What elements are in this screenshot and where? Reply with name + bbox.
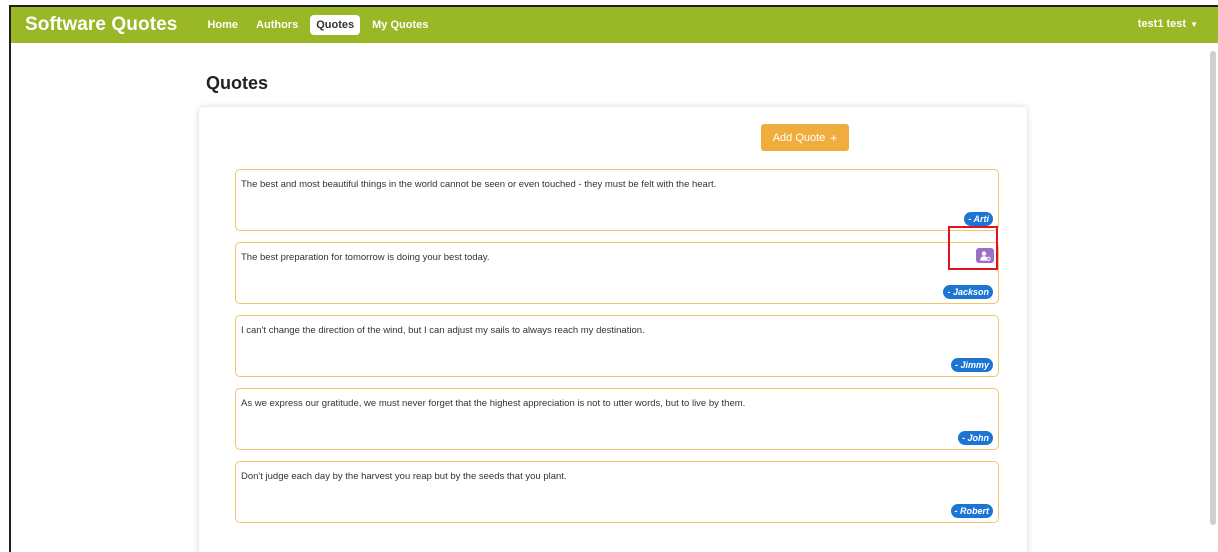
nav-quotes[interactable]: Quotes (310, 15, 361, 35)
brand-logo[interactable]: Software Quotes (25, 14, 177, 36)
navbar: Software Quotes Home Authors Quotes My Q… (11, 7, 1218, 43)
author-badge[interactable]: - Arti (964, 212, 993, 226)
scrollbar[interactable] (1210, 51, 1216, 525)
plus-icon: + (830, 130, 838, 145)
author-badge[interactable]: - Robert (950, 504, 993, 518)
quote-text: Don't judge each day by the harvest you … (241, 471, 567, 482)
nav-my-quotes[interactable]: My Quotes (366, 15, 434, 35)
user-menu[interactable]: test1 test ▼ (1138, 18, 1198, 30)
user-name: test1 test (1137, 18, 1187, 30)
add-quote-button[interactable]: Add Quote + (761, 124, 849, 151)
quote-text: As we express our gratitude, we must nev… (241, 398, 746, 409)
quote-item: I can't change the direction of the wind… (235, 315, 999, 377)
author-badge[interactable]: - John (958, 431, 993, 445)
quote-text: The best preparation for tomorrow is doi… (241, 252, 490, 263)
quote-text: I can't change the direction of the wind… (241, 325, 645, 336)
add-quote-label: Add Quote (772, 131, 826, 144)
nav-home[interactable]: Home (201, 15, 244, 35)
quote-item: As we express our gratitude, we must nev… (235, 388, 999, 450)
author-badge[interactable]: - Jimmy (950, 358, 993, 372)
caret-down-icon: ▼ (1190, 20, 1198, 29)
page-title: Quotes (206, 73, 269, 93)
quote-item: Don't judge each day by the harvest you … (235, 461, 999, 523)
quote-item: The best and most beautiful things in th… (235, 169, 999, 231)
app-window: Software Quotes Home Authors Quotes My Q… (9, 5, 1218, 552)
quote-text: The best and most beautiful things in th… (241, 179, 717, 190)
quote-item: The best preparation for tomorrow is doi… (235, 242, 999, 304)
nav-authors[interactable]: Authors (250, 15, 304, 35)
author-badge[interactable]: - Jackson (943, 285, 993, 299)
quotes-card: Add Quote + The best and most beautiful … (199, 107, 1027, 552)
highlight-annotation (948, 226, 998, 270)
